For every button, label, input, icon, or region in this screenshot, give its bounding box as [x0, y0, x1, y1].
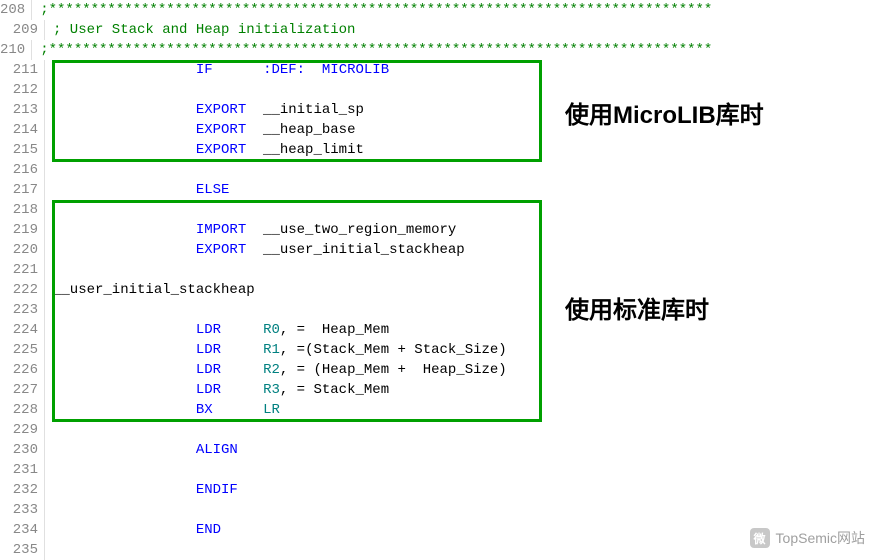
code-line: 233: [0, 500, 555, 520]
line-number: 222: [0, 280, 45, 300]
code-text: LDR R2, = (Heap_Mem + Heap_Size): [45, 360, 507, 380]
code-text: ENDIF: [45, 480, 238, 500]
line-number: 227: [0, 380, 45, 400]
code-line: 221: [0, 260, 555, 280]
line-number: 231: [0, 460, 45, 480]
code-text: IMPORT __use_two_region_memory: [45, 220, 456, 240]
code-line: 217 ELSE: [0, 180, 555, 200]
line-number: 233: [0, 500, 45, 520]
line-number: 221: [0, 260, 45, 280]
code-text: LDR R3, = Stack_Mem: [45, 380, 389, 400]
code-line: 220 EXPORT __user_initial_stackheap: [0, 240, 555, 260]
code-line: 214 EXPORT __heap_base: [0, 120, 555, 140]
code-line: 223: [0, 300, 555, 320]
code-line: 227 LDR R3, = Stack_Mem: [0, 380, 555, 400]
annotation-stdlib: 使用标准库时: [565, 290, 709, 325]
code-text: [45, 160, 53, 180]
line-number: 223: [0, 300, 45, 320]
line-number: 208: [0, 0, 32, 20]
watermark-text: TopSemic网站: [776, 528, 865, 548]
code-line: 215 EXPORT __heap_limit: [0, 140, 555, 160]
code-editor: 208;************************************…: [0, 0, 555, 560]
line-number: 209: [0, 20, 45, 40]
code-text: EXPORT __heap_base: [45, 120, 355, 140]
line-number: 220: [0, 240, 45, 260]
code-text: [45, 540, 53, 560]
code-line: 209; User Stack and Heap initialization: [0, 20, 555, 40]
line-number: 218: [0, 200, 45, 220]
code-line: 229: [0, 420, 555, 440]
annotation-microlib: 使用MicroLIB库时: [565, 95, 764, 130]
code-line: 225 LDR R1, =(Stack_Mem + Stack_Size): [0, 340, 555, 360]
line-number: 224: [0, 320, 45, 340]
line-number: 226: [0, 360, 45, 380]
code-text: ; User Stack and Heap initialization: [45, 20, 355, 40]
code-text: EXPORT __user_initial_stackheap: [45, 240, 465, 260]
code-line: 216: [0, 160, 555, 180]
code-line: 226 LDR R2, = (Heap_Mem + Heap_Size): [0, 360, 555, 380]
line-number: 215: [0, 140, 45, 160]
code-line: 234 END: [0, 520, 555, 540]
code-line: 235: [0, 540, 555, 560]
code-text: EXPORT __heap_limit: [45, 140, 364, 160]
code-text: LDR R0, = Heap_Mem: [45, 320, 389, 340]
code-line: 211 IF :DEF: MICROLIB: [0, 60, 555, 80]
line-number: 213: [0, 100, 45, 120]
line-number: 228: [0, 400, 45, 420]
line-number: 235: [0, 540, 45, 560]
line-number: 229: [0, 420, 45, 440]
code-line: 218: [0, 200, 555, 220]
line-number: 212: [0, 80, 45, 100]
code-text: [45, 500, 53, 520]
code-line: 210;************************************…: [0, 40, 555, 60]
line-number: 217: [0, 180, 45, 200]
code-text: [45, 200, 53, 220]
code-line: 213 EXPORT __initial_sp: [0, 100, 555, 120]
line-number: 225: [0, 340, 45, 360]
code-text: IF :DEF: MICROLIB: [45, 60, 389, 80]
code-line: 224 LDR R0, = Heap_Mem: [0, 320, 555, 340]
code-text: __user_initial_stackheap: [45, 280, 255, 300]
code-text: ;***************************************…: [32, 0, 712, 20]
code-text: [45, 260, 53, 280]
code-line: 231: [0, 460, 555, 480]
code-line: 212: [0, 80, 555, 100]
code-text: [45, 80, 53, 100]
code-text: [45, 420, 53, 440]
line-number: 234: [0, 520, 45, 540]
code-text: LDR R1, =(Stack_Mem + Stack_Size): [45, 340, 507, 360]
line-number: 219: [0, 220, 45, 240]
line-number: 214: [0, 120, 45, 140]
code-line: 219 IMPORT __use_two_region_memory: [0, 220, 555, 240]
code-text: BX LR: [45, 400, 280, 420]
line-number: 232: [0, 480, 45, 500]
line-number: 216: [0, 160, 45, 180]
code-text: ;***************************************…: [32, 40, 712, 60]
line-number: 230: [0, 440, 45, 460]
wechat-icon: 微: [750, 528, 770, 548]
code-line: 228 BX LR: [0, 400, 555, 420]
watermark: 微 TopSemic网站: [750, 528, 865, 548]
code-line: 230 ALIGN: [0, 440, 555, 460]
line-number: 211: [0, 60, 45, 80]
code-line: 208;************************************…: [0, 0, 555, 20]
code-text: EXPORT __initial_sp: [45, 100, 364, 120]
code-line: 222__user_initial_stackheap: [0, 280, 555, 300]
code-text: [45, 460, 53, 480]
code-text: END: [45, 520, 221, 540]
line-number: 210: [0, 40, 32, 60]
code-line: 232 ENDIF: [0, 480, 555, 500]
code-text: [45, 300, 53, 320]
code-text: ALIGN: [45, 440, 238, 460]
code-text: ELSE: [45, 180, 229, 200]
